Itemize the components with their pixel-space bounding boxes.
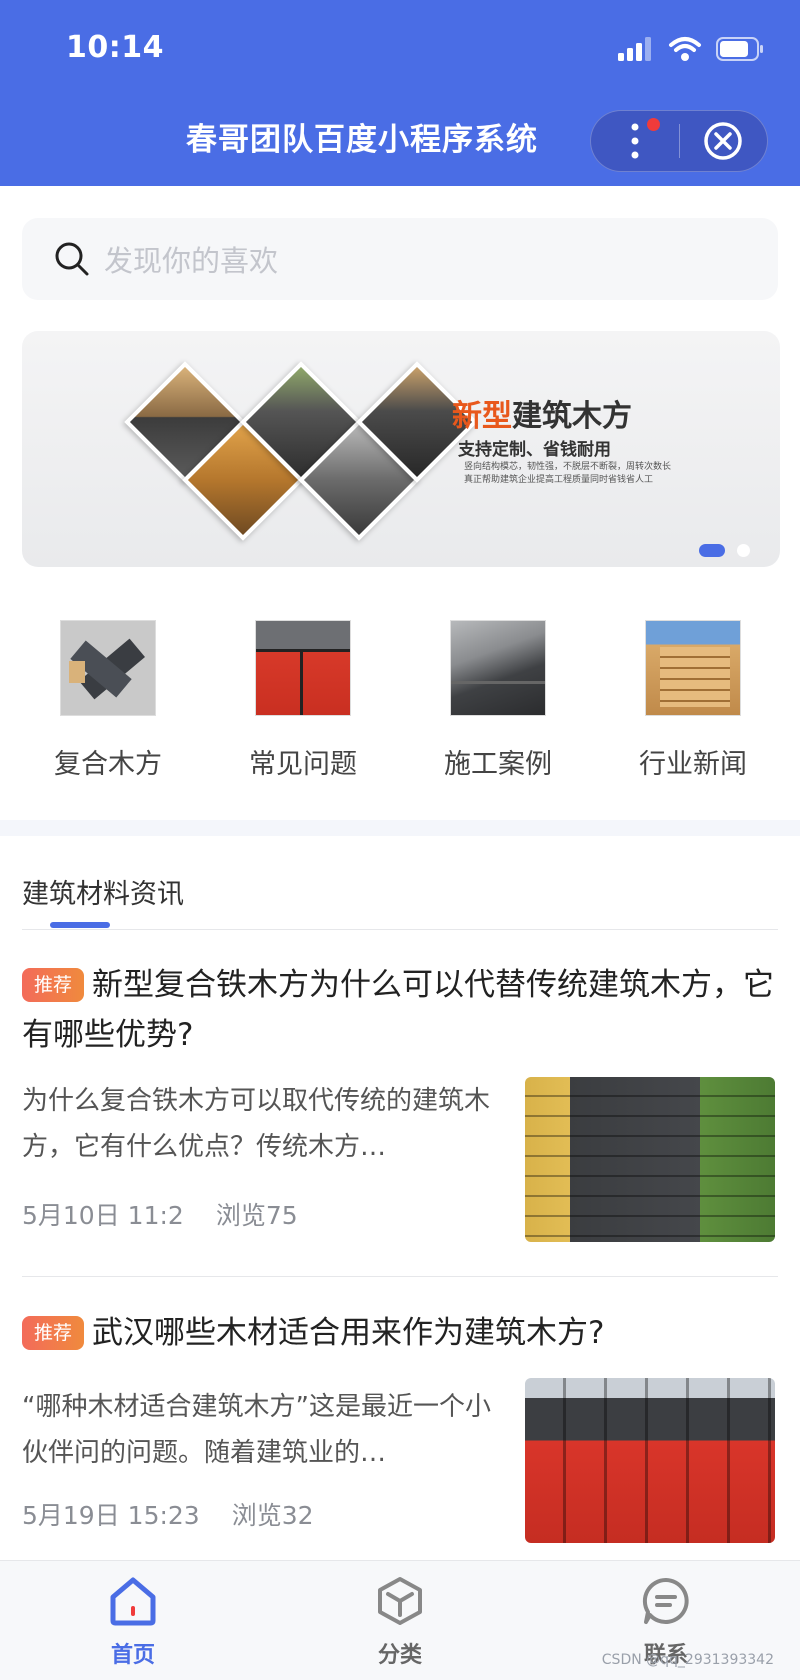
quick-nav-construction-case[interactable]: 施工案例 — [423, 620, 573, 781]
bottom-tabbar: 首页 分类 联系 CSDN @qq_2931393342 — [0, 1560, 800, 1680]
banner-desc-line-2: 真正帮助建筑企业提高工程质量同时省钱省人工 — [464, 475, 654, 485]
home-icon — [110, 1577, 156, 1626]
cellular-signal-icon — [618, 37, 651, 61]
section-separator — [0, 820, 800, 836]
article-date: 5月10日 11:2 — [22, 1201, 184, 1230]
thumb-detail — [300, 649, 303, 715]
banner-desc-line-1: 竖向结构模芯，韧性强，不脱层不断裂，周转次数长 — [464, 462, 672, 472]
construction-case-thumb — [450, 620, 546, 716]
tab-underline — [22, 929, 778, 930]
contact-chat-icon — [642, 1577, 689, 1624]
banner-title-rest: 建筑木方 — [512, 399, 632, 434]
article-title-text: 武汉哪些木材适合用来作为建筑木方? — [92, 1315, 605, 1351]
recommend-badge: 推荐 — [22, 1316, 85, 1350]
article-thumbnail — [525, 1077, 775, 1242]
search-input[interactable]: 发现你的喜欢 — [22, 218, 778, 300]
thumb-detail — [525, 1378, 775, 1543]
article-divider — [22, 1276, 778, 1277]
thumb-detail — [69, 661, 85, 683]
banner-description: 竖向结构模芯，韧性强，不脱层不断裂，周转次数长 真正帮助建筑企业提高工程质量同时… — [464, 461, 684, 487]
faq-thumb — [255, 620, 351, 716]
banner-title-highlight: 新型 — [452, 399, 512, 434]
tab-active-indicator — [50, 922, 110, 928]
quick-nav-label: 行业新闻 — [639, 749, 747, 780]
tab-category[interactable]: 分类 — [330, 1575, 470, 1669]
quick-nav-composite-timber[interactable]: 复合木方 — [33, 620, 183, 781]
thumb-detail — [525, 1077, 775, 1242]
article-meta: 5月10日 11:2 浏览75 — [22, 1196, 298, 1232]
article-title: 推荐 武汉哪些木材适合用来作为建筑木方? — [22, 1308, 778, 1358]
article-summary: 为什么复合铁木方可以取代传统的建筑木方，它有什么优点？传统木方… — [22, 1078, 492, 1170]
quick-nav-industry-news[interactable]: 行业新闻 — [618, 620, 768, 781]
article-title: 推荐 新型复合铁木方为什么可以代替传统建筑木方，它有哪些优势? — [22, 960, 778, 1060]
article-meta: 5月19日 15:23 浏览32 — [22, 1496, 314, 1532]
article-thumbnail — [525, 1378, 775, 1543]
notification-dot — [647, 118, 660, 131]
more-vertical-icon — [631, 123, 639, 159]
tab-label: 首页 — [110, 1643, 155, 1668]
search-icon — [55, 242, 89, 276]
watermark: CSDN @qq_2931393342 — [601, 1652, 774, 1668]
tab-building-materials-news[interactable]: 建筑材料资讯 — [22, 872, 184, 911]
mini-program-capsule — [590, 110, 768, 172]
wifi-icon — [669, 37, 701, 61]
tab-home[interactable]: 首页 — [63, 1575, 203, 1669]
carousel-dot-active[interactable] — [699, 544, 725, 557]
composite-timber-thumb — [60, 620, 156, 716]
battery-icon — [716, 37, 763, 61]
news-article[interactable]: 推荐 新型复合铁木方为什么可以代替传统建筑木方，它有哪些优势? 为什么复合铁木方可… — [22, 960, 778, 1250]
quick-nav-label: 施工案例 — [444, 749, 552, 780]
status-icons — [618, 36, 764, 62]
carousel-dot[interactable] — [737, 544, 750, 557]
quick-nav-faq[interactable]: 常见问题 — [228, 620, 378, 781]
article-summary: “哪种木材适合建筑木方”这是最近一个小伙伴问的问题。随着建筑业的… — [22, 1384, 492, 1476]
carousel-indicator — [699, 544, 750, 557]
banner-subtitle: 支持定制、省钱耐用 — [458, 440, 611, 460]
article-summary-text: “哪种木材适合建筑木方”这是最近一个小伙伴问的问题。随着建筑业的… — [22, 1392, 491, 1468]
thumb-detail — [256, 649, 350, 652]
banner-title: 新型建筑木方 — [452, 391, 632, 435]
quick-nav-label: 复合木方 — [54, 749, 162, 780]
article-date: 5月19日 15:23 — [22, 1501, 200, 1530]
thumb-detail — [660, 647, 730, 707]
header: 10:14 春哥团队百度小程序系统 — [0, 0, 800, 186]
category-cube-icon — [378, 1577, 422, 1625]
article-views: 浏览32 — [231, 1501, 314, 1530]
article-title-text: 新型复合铁木方为什么可以代替传统建筑木方，它有哪些优势? — [22, 967, 775, 1053]
tab-label: 分类 — [377, 1643, 422, 1668]
article-summary-text: 为什么复合铁木方可以取代传统的建筑木方，它有什么优点？传统木方… — [22, 1086, 491, 1162]
close-circle-icon — [704, 122, 742, 160]
industry-news-thumb — [645, 620, 741, 716]
status-time: 10:14 — [66, 30, 164, 65]
thumb-detail — [451, 681, 545, 684]
quick-nav-label: 常见问题 — [249, 749, 357, 780]
article-views: 浏览75 — [215, 1201, 298, 1230]
quick-nav: 复合木方 常见问题 施工案例 行业新闻 — [0, 620, 800, 780]
search-placeholder: 发现你的喜欢 — [104, 244, 279, 278]
news-article[interactable]: 推荐 武汉哪些木材适合用来作为建筑木方? “哪种木材适合建筑木方”这是最近一个小伙… — [22, 1308, 778, 1558]
more-button[interactable] — [591, 110, 679, 172]
close-button[interactable] — [680, 110, 768, 172]
recommend-badge: 推荐 — [22, 968, 85, 1002]
banner-carousel[interactable]: 新型建筑木方 支持定制、省钱耐用 竖向结构模芯，韧性强，不脱层不断裂，周转次数长… — [22, 331, 780, 567]
